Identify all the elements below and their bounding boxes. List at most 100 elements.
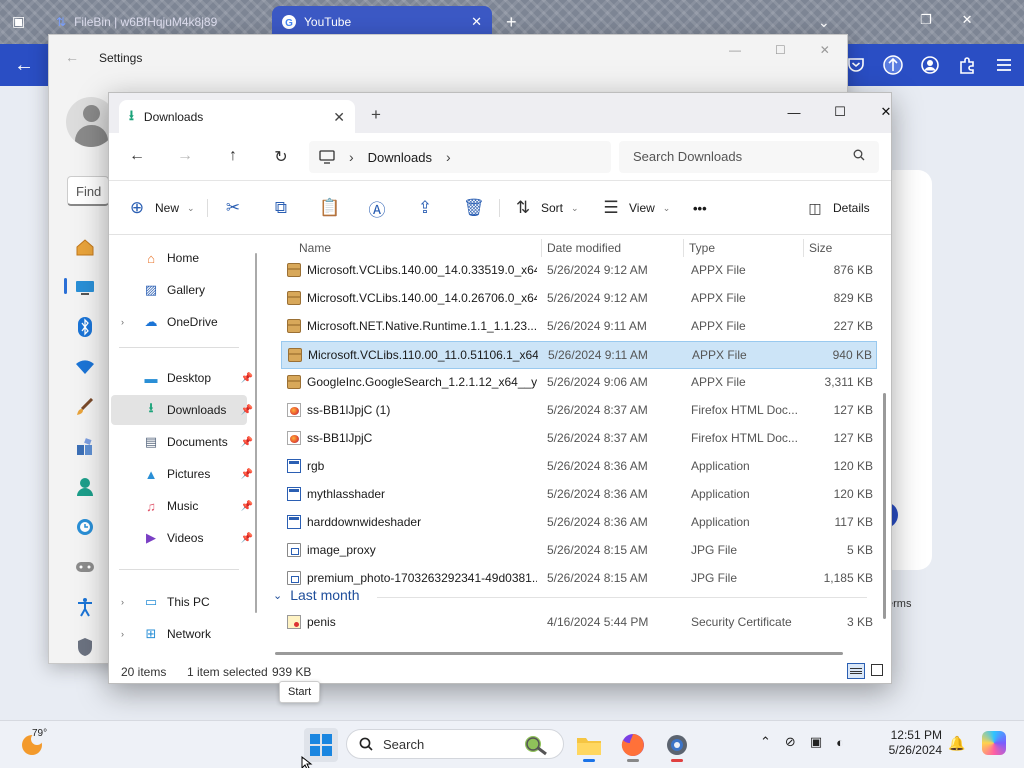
personalization-brush-icon[interactable] <box>73 393 97 421</box>
search-input[interactable]: Search Downloads <box>619 141 879 173</box>
cut-button[interactable]: ✂ <box>223 191 243 225</box>
accessibility-icon[interactable] <box>73 593 97 621</box>
chevron-up-icon[interactable]: ⌃ <box>760 734 771 750</box>
details-view-icon[interactable] <box>847 663 865 679</box>
nav-item-home[interactable]: ⌂ Home <box>111 243 247 273</box>
up-arrow-icon[interactable]: ↑ <box>221 147 245 167</box>
settings-back-icon[interactable]: ← <box>65 49 79 65</box>
time-language-icon[interactable] <box>73 513 97 541</box>
account-icon[interactable] <box>920 55 940 75</box>
clock[interactable]: 12:51 PM 5/26/2024 <box>880 728 942 758</box>
chevron-right-icon[interactable]: › <box>349 149 354 165</box>
delete-button[interactable]: 🗑 <box>463 191 485 225</box>
nav-item-downloads[interactable]: ⭳ Downloads 📌 <box>111 395 253 425</box>
browser-back-icon[interactable]: ← <box>14 54 34 77</box>
extension-blue-icon[interactable] <box>883 55 903 75</box>
nav-item-pictures[interactable]: ▲ Pictures 📌 <box>111 459 253 489</box>
breadcrumb[interactable]: › Downloads › <box>309 141 611 173</box>
nav-item-onedrive[interactable]: › ☁ OneDrive <box>111 307 247 337</box>
gaming-icon[interactable] <box>73 553 97 581</box>
chevron-right-icon[interactable]: › <box>121 317 124 327</box>
table-row[interactable]: Microsoft.VCLibs.110.00_11.0.51106.1_x64… <box>281 341 877 369</box>
group-header-last-month[interactable]: ⌄ Last month <box>273 587 359 603</box>
firefox-taskbar-button[interactable] <box>616 728 650 762</box>
file-list-vertical-scrollbar[interactable] <box>883 393 886 619</box>
explorer-tab-downloads[interactable]: ⭳ Downloads ✕ <box>119 100 355 134</box>
accounts-icon[interactable] <box>73 473 97 501</box>
display-icon[interactable]: ▣ <box>810 734 822 750</box>
tiles-view-icon[interactable] <box>871 664 883 676</box>
find-setting-input[interactable]: Find a setting <box>67 176 109 206</box>
new-button[interactable]: ⊕ New ⌄ <box>127 191 195 225</box>
nav-item-music[interactable]: ♫ Music 📌 <box>111 491 253 521</box>
nav-item-gallery[interactable]: ▨ Gallery <box>111 275 247 305</box>
column-header-name[interactable]: Name <box>293 241 331 255</box>
nav-item-videos[interactable]: ▶ Videos 📌 <box>111 523 253 553</box>
copilot-icon[interactable] <box>982 731 1006 755</box>
system-icon[interactable] <box>73 273 97 301</box>
nav-item-network[interactable]: › ⊞ Network <box>111 619 247 649</box>
table-row[interactable]: Microsoft.NET.Native.Runtime.1.1_1.1.23.… <box>281 313 877 341</box>
rename-button[interactable]: Ⓐ <box>367 191 387 225</box>
home-icon[interactable] <box>73 233 97 261</box>
paste-button[interactable]: 📋 <box>319 191 340 225</box>
table-row[interactable]: Microsoft.VCLibs.140.00_14.0.33519.0_x64… <box>281 257 877 285</box>
pin-icon[interactable]: 📌 <box>241 373 253 384</box>
apps-icon[interactable] <box>73 433 97 461</box>
table-row[interactable]: GoogleInc.GoogleSearch_1.2.1.12_x64__yf.… <box>281 369 877 397</box>
bluetooth-icon[interactable] <box>73 313 97 341</box>
chevron-right-icon[interactable]: › <box>121 597 124 607</box>
pin-icon[interactable]: 📌 <box>241 437 253 448</box>
close-tab-icon[interactable]: ✕ <box>333 109 345 126</box>
table-row[interactable]: image_proxy 5/26/2024 8:15 AM JPG File 5 KB <box>281 537 877 565</box>
maximize-icon[interactable]: ☐ <box>775 43 786 57</box>
maximize-icon[interactable]: ☐ <box>817 99 863 125</box>
settings-taskbar-button[interactable] <box>660 728 694 762</box>
chevron-right-icon[interactable]: › <box>121 629 124 639</box>
new-tab-icon[interactable]: + <box>506 12 517 33</box>
pin-icon[interactable]: 📌 <box>241 533 253 544</box>
more-options-button[interactable]: ••• <box>693 191 707 225</box>
volume-icon[interactable]: ◐ <box>836 735 844 750</box>
breadcrumb-downloads[interactable]: Downloads <box>368 150 432 165</box>
weather-temperature[interactable]: 79° <box>32 728 47 739</box>
extensions-puzzle-icon[interactable] <box>957 55 977 75</box>
table-row[interactable]: penis 4/16/2024 5:44 PM Security Certifica… <box>281 609 877 637</box>
back-arrow-icon[interactable]: ← <box>125 147 149 167</box>
minimize-icon[interactable]: — <box>771 99 817 125</box>
table-row[interactable]: rgb 5/26/2024 8:36 AM Application 120 KB <box>281 453 877 481</box>
taskbar-search[interactable]: Search <box>346 729 564 759</box>
share-button[interactable]: ⇪ <box>415 191 435 225</box>
minimize-icon[interactable]: — <box>729 43 741 57</box>
pin-icon[interactable]: 📌 <box>241 501 253 512</box>
copy-button[interactable]: ⧉ <box>271 191 291 225</box>
close-icon[interactable]: ✕ <box>820 43 830 57</box>
menu-icon[interactable] <box>994 55 1014 75</box>
table-row[interactable]: ss-BB1lJpjC (1) 5/26/2024 8:37 AM Firefox … <box>281 397 877 425</box>
new-tab-icon[interactable]: + <box>371 105 381 125</box>
table-row[interactable]: premium_photo-1703263292341-49d0381... 5/… <box>281 565 877 593</box>
pocket-icon[interactable] <box>846 55 866 75</box>
network-off-icon[interactable]: ⊘ <box>785 734 796 750</box>
chevron-right-icon[interactable]: › <box>446 149 451 165</box>
close-icon[interactable]: ✕ <box>962 12 973 28</box>
column-header-date[interactable]: Date modified <box>541 241 621 255</box>
nav-item-documents[interactable]: ▤ Documents 📌 <box>111 427 253 457</box>
table-row[interactable]: ss-BB1lJpjC 5/26/2024 8:37 AM Firefox HTML… <box>281 425 877 453</box>
nav-scrollbar[interactable] <box>255 253 257 613</box>
privacy-shield-icon[interactable] <box>73 633 97 661</box>
view-button[interactable]: ☰ View ⌄ <box>601 191 670 225</box>
sort-button[interactable]: ⇅ Sort ⌄ <box>513 191 579 225</box>
pin-icon[interactable]: 📌 <box>241 405 253 416</box>
wifi-icon[interactable] <box>73 353 97 381</box>
file-explorer-taskbar-button[interactable] <box>572 728 606 762</box>
forward-arrow-icon[interactable]: → <box>173 147 197 167</box>
close-icon[interactable]: ✕ <box>863 99 909 125</box>
chevron-down-icon[interactable]: ⌄ <box>818 14 830 31</box>
restore-icon[interactable]: ❐ <box>920 12 932 28</box>
details-button[interactable]: ◫ Details <box>805 191 869 225</box>
column-header-size[interactable]: Size <box>803 241 832 255</box>
notification-bell-icon[interactable]: 🔔 <box>948 735 965 752</box>
table-row[interactable]: mythlasshader 5/26/2024 8:36 AM Applicatio… <box>281 481 877 509</box>
nav-item-desktop[interactable]: ▬ Desktop 📌 <box>111 363 254 393</box>
